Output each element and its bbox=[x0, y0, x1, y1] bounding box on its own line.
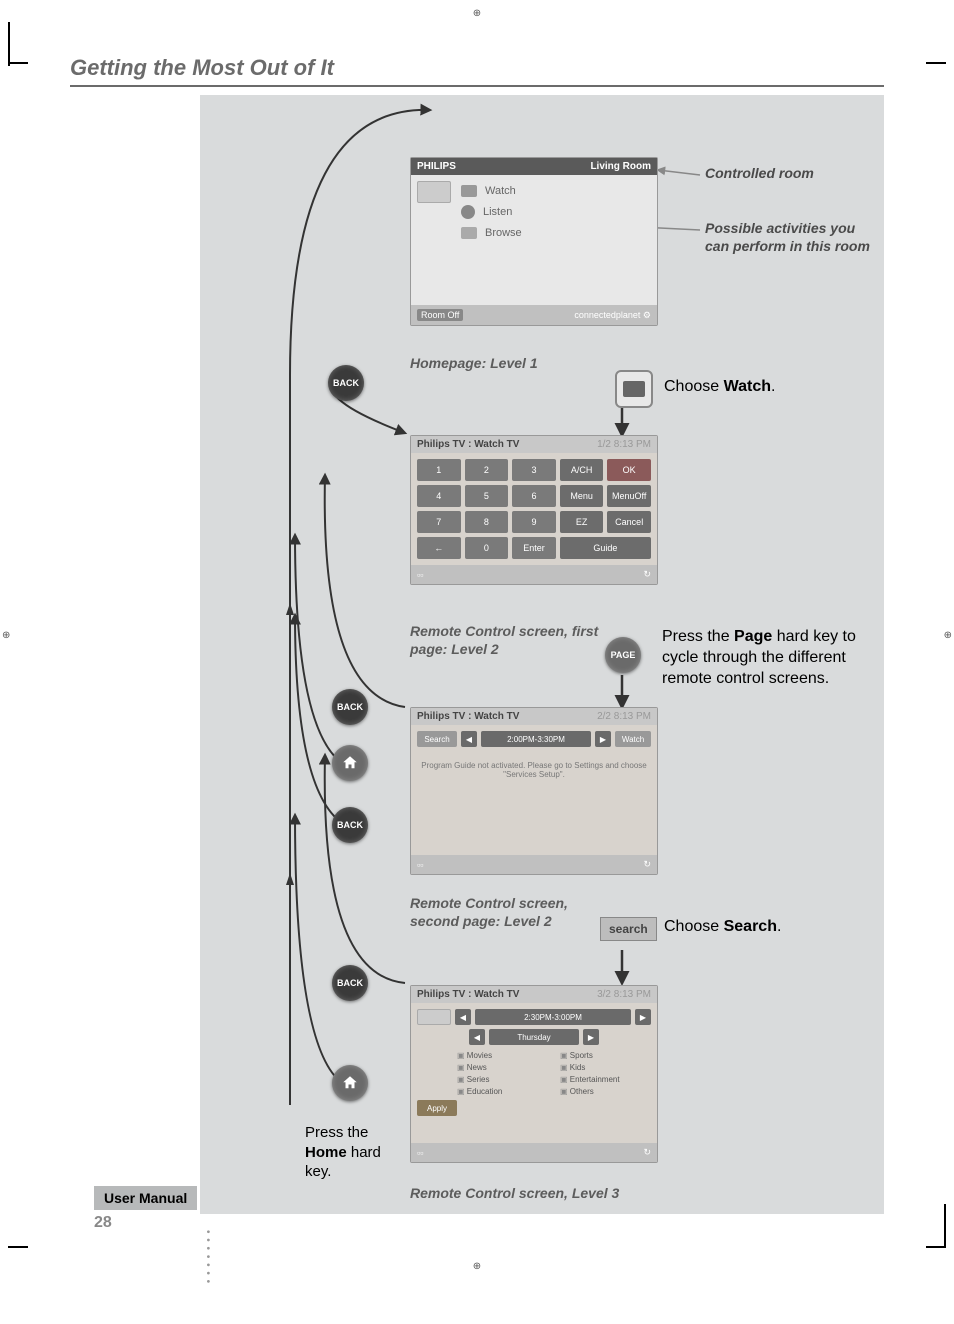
key-2[interactable]: 2 bbox=[465, 459, 509, 481]
back-button-2[interactable]: BACK bbox=[332, 689, 368, 725]
next-time-3[interactable]: ▶ bbox=[635, 1009, 651, 1025]
key-ok[interactable]: OK bbox=[607, 459, 651, 481]
prev-time-3[interactable]: ◀ bbox=[455, 1009, 471, 1025]
key-menu[interactable]: Menu bbox=[560, 485, 604, 507]
instr-home: Press the Home hard key. bbox=[305, 1123, 395, 1182]
next-time[interactable]: ▶ bbox=[595, 731, 611, 747]
instr-search: Choose Search. bbox=[664, 917, 781, 938]
key-guide[interactable]: Guide bbox=[560, 537, 651, 559]
annot-activities: Possible activities you can perform in t… bbox=[705, 220, 875, 255]
cat-kids[interactable]: Kids bbox=[560, 1063, 651, 1072]
back-button-2b[interactable]: BACK bbox=[332, 807, 368, 843]
remote-screen-level3: Philips TV : Watch TV 3/2 8:13 PM ◀ 2:30… bbox=[410, 985, 658, 1163]
brand-label: PHILIPS bbox=[417, 161, 456, 172]
caption-level2b: Remote Control screen, second page: Leve… bbox=[410, 895, 600, 930]
key-4[interactable]: 4 bbox=[417, 485, 461, 507]
key-7[interactable]: 7 bbox=[417, 511, 461, 533]
guide-message: Program Guide not activated. Please go t… bbox=[417, 751, 651, 789]
back-button-1[interactable]: BACK bbox=[328, 365, 364, 401]
prev-day[interactable]: ◀ bbox=[469, 1029, 485, 1045]
key-cancel[interactable]: Cancel bbox=[607, 511, 651, 533]
next-day[interactable]: ▶ bbox=[583, 1029, 599, 1045]
cat-movies[interactable]: Movies bbox=[457, 1051, 548, 1060]
caption-level1: Homepage: Level 1 bbox=[410, 355, 538, 373]
rc2-title: Philips TV : Watch TV bbox=[417, 711, 519, 722]
key-ez[interactable]: EZ bbox=[560, 511, 604, 533]
rc2-time: 2/2 8:13 PM bbox=[597, 711, 651, 722]
page-button[interactable]: PAGE bbox=[605, 637, 641, 673]
remote-screen-page1: Philips TV : Watch TV 1/2 8:13 PM 1 2 3 … bbox=[410, 435, 658, 585]
category-grid: Movies Sports News Kids Series Entertain… bbox=[457, 1051, 651, 1096]
remote-screen-page2: Philips TV : Watch TV 2/2 8:13 PM Search… bbox=[410, 707, 658, 875]
keypad: 1 2 3 A/CH OK 4 5 6 Menu MenuOff 7 8 9 E… bbox=[417, 459, 651, 559]
key-9[interactable]: 9 bbox=[512, 511, 556, 533]
instr-choose-watch: Choose Watch. bbox=[664, 377, 775, 398]
rc1-title: Philips TV : Watch TV bbox=[417, 439, 519, 450]
key-enter[interactable]: Enter bbox=[512, 537, 556, 559]
search-btn-inscreen[interactable]: Search bbox=[417, 731, 457, 747]
activity-listen[interactable]: Listen bbox=[459, 201, 651, 223]
room-label: Living Room bbox=[590, 161, 651, 172]
key-5[interactable]: 5 bbox=[465, 485, 509, 507]
rc1-time: 1/2 8:13 PM bbox=[597, 439, 651, 450]
cat-education[interactable]: Education bbox=[457, 1087, 548, 1096]
home-button-3[interactable] bbox=[332, 1065, 368, 1101]
rc1-footer-right[interactable]: ↻ bbox=[643, 569, 651, 580]
rc3-home-pill[interactable] bbox=[417, 1009, 451, 1025]
rc3-footer-right[interactable]: ↻ bbox=[643, 1147, 651, 1158]
watch-btn-inscreen[interactable]: Watch bbox=[615, 731, 651, 747]
key-6[interactable]: 6 bbox=[512, 485, 556, 507]
key-8[interactable]: 8 bbox=[465, 511, 509, 533]
cat-entertainment[interactable]: Entertainment bbox=[560, 1075, 651, 1084]
activity-watch[interactable]: Watch bbox=[459, 181, 651, 201]
cat-others[interactable]: Others bbox=[560, 1087, 651, 1096]
instr-page: Press the Page hard key to cycle through… bbox=[662, 627, 872, 689]
timeslot: 2:00PM-3:30PM bbox=[481, 731, 591, 747]
activity-browse[interactable]: Browse bbox=[459, 223, 651, 243]
rc3-title: Philips TV : Watch TV bbox=[417, 989, 519, 1000]
rc3-time: 3/2 8:13 PM bbox=[597, 989, 651, 1000]
content-panel: PHILIPS Living Room Watch Listen Browse … bbox=[200, 95, 884, 1214]
home-pill[interactable] bbox=[417, 181, 451, 203]
caption-level2a: Remote Control screen, first page: Level… bbox=[410, 623, 600, 658]
key-avch[interactable]: A/CH bbox=[560, 459, 604, 481]
footer-brand: connectedplanet ⚙ bbox=[574, 310, 651, 321]
page-number: 28 bbox=[94, 1214, 112, 1232]
caption-level3: Remote Control screen, Level 3 bbox=[410, 1185, 619, 1203]
key-0[interactable]: 0 bbox=[465, 537, 509, 559]
rc1-footer-left[interactable]: ▫▫ bbox=[417, 570, 423, 580]
search-chip[interactable]: search bbox=[600, 917, 657, 941]
annot-controlled-room: Controlled room bbox=[705, 165, 814, 183]
sidebar-user-manual: User Manual bbox=[94, 1186, 197, 1210]
cat-series[interactable]: Series bbox=[457, 1075, 548, 1084]
decorative-dots: • • • • • • • bbox=[202, 1230, 213, 1284]
key-1[interactable]: 1 bbox=[417, 459, 461, 481]
rc2-footer-left[interactable]: ▫▫ bbox=[417, 860, 423, 870]
back-button-3[interactable]: BACK bbox=[332, 965, 368, 1001]
cat-news[interactable]: News bbox=[457, 1063, 548, 1072]
key-3[interactable]: 3 bbox=[512, 459, 556, 481]
homepage-screen: PHILIPS Living Room Watch Listen Browse … bbox=[410, 157, 658, 326]
watch-icon[interactable] bbox=[615, 370, 653, 408]
timeslot-3: 2:30PM-3:00PM bbox=[475, 1009, 631, 1025]
rc2-footer-right[interactable]: ↻ bbox=[643, 859, 651, 870]
room-off-button[interactable]: Room Off bbox=[417, 309, 463, 321]
home-button-2[interactable] bbox=[332, 745, 368, 781]
key-menuoff[interactable]: MenuOff bbox=[607, 485, 651, 507]
apply-btn[interactable]: Apply bbox=[417, 1100, 457, 1116]
prev-time[interactable]: ◀ bbox=[461, 731, 477, 747]
cat-sports[interactable]: Sports bbox=[560, 1051, 651, 1060]
key-back[interactable]: ← bbox=[417, 537, 461, 559]
rc3-footer-left[interactable]: ▫▫ bbox=[417, 1148, 423, 1158]
page-header: Getting the Most Out of It bbox=[70, 55, 884, 87]
day-label: Thursday bbox=[489, 1029, 579, 1045]
